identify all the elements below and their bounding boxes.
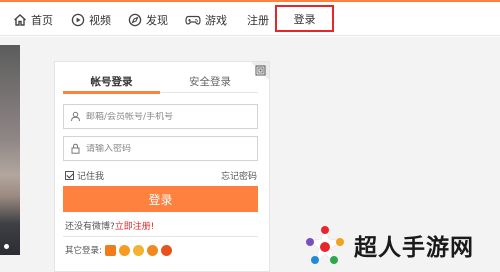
- login-submit-button[interactable]: 登录: [63, 186, 258, 212]
- active-tab-indicator: [63, 91, 160, 94]
- wifi-login-icon[interactable]: [132, 244, 144, 256]
- gamepad-icon: [185, 15, 201, 25]
- tab-account-label: 帐号登录: [90, 75, 133, 88]
- tab-secure-login[interactable]: 安全登录: [162, 70, 258, 92]
- tab-account-login[interactable]: 帐号登录: [63, 70, 160, 92]
- no-account-row: 还没有微博?立即注册!: [65, 219, 154, 232]
- nav-login[interactable]: 登录: [275, 5, 334, 32]
- video-icon: [71, 13, 85, 27]
- remember-checkbox[interactable]: [65, 171, 74, 180]
- nav-register-label: 注册: [247, 14, 269, 27]
- panel-divider: [63, 236, 258, 237]
- other-login-label: 其它登录:: [65, 246, 102, 256]
- watermark-logo-icon: [306, 225, 344, 264]
- nav-home[interactable]: 首页: [13, 4, 53, 36]
- compass-icon: [128, 13, 142, 27]
- username-field[interactable]: [63, 104, 258, 129]
- background-photo-strip: [0, 45, 20, 255]
- tianyi-login-icon[interactable]: [146, 244, 158, 256]
- lock-icon: [64, 143, 86, 154]
- nav-game[interactable]: 游戏: [185, 4, 227, 36]
- password-input[interactable]: [86, 143, 251, 154]
- nav-home-label: 首页: [31, 14, 53, 27]
- nav-game-label: 游戏: [205, 14, 227, 27]
- carousel-dot[interactable]: [4, 244, 9, 249]
- qq-login-icon[interactable]: [118, 244, 130, 256]
- nav-discover[interactable]: 发现: [128, 4, 168, 36]
- top-nav-bar: 首页 视频 发现 游戏 注册 登录: [0, 0, 500, 36]
- nav-login-label: 登录: [293, 12, 316, 26]
- no-account-text: 还没有微博?: [65, 222, 115, 232]
- other-login-row: 其它登录:: [65, 244, 172, 256]
- baidu-login-icon[interactable]: [160, 244, 172, 256]
- watermark-text: 超人手游网: [354, 235, 474, 261]
- username-input[interactable]: [86, 111, 251, 122]
- nav-video[interactable]: 视频: [71, 4, 111, 36]
- login-panel: 帐号登录 安全登录 记住我 忘记密码 登录 还没有微博?立即注册! 其它登录:: [54, 61, 270, 272]
- taobao-login-icon[interactable]: [104, 244, 116, 256]
- remember-me[interactable]: 记住我: [65, 169, 104, 182]
- nav-video-label: 视频: [89, 14, 111, 27]
- remember-label: 记住我: [77, 172, 105, 182]
- home-icon: [14, 14, 26, 26]
- user-icon: [64, 111, 86, 122]
- password-field[interactable]: [63, 136, 258, 161]
- nav-discover-label: 发现: [146, 14, 168, 27]
- forgot-password-link[interactable]: 忘记密码: [221, 169, 257, 182]
- tab-secure-label: 安全登录: [189, 75, 231, 88]
- nav-register[interactable]: 注册: [247, 4, 269, 36]
- register-now-link[interactable]: 立即注册!: [115, 222, 155, 232]
